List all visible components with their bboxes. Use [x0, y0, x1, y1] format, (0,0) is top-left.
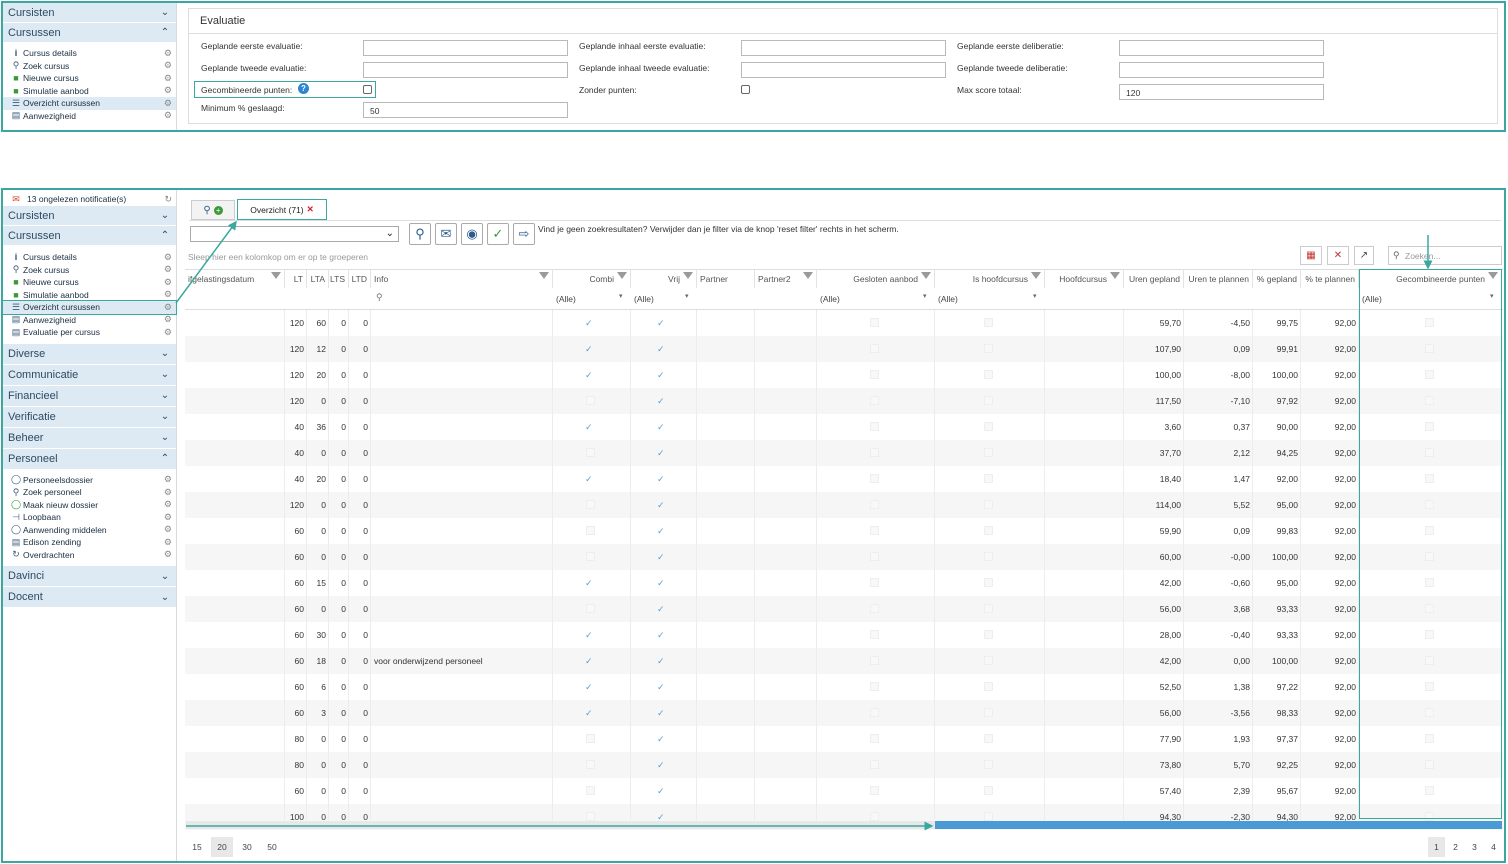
page-size-option[interactable]: 15 [186, 837, 208, 857]
arrow-to-tab [175, 220, 237, 304]
page-button[interactable]: 2 [1447, 837, 1464, 857]
page-button[interactable]: 1 [1428, 837, 1445, 857]
page-size-option[interactable]: 30 [236, 837, 258, 857]
page-button[interactable]: 4 [1485, 837, 1502, 857]
page-size-option[interactable]: 20 [211, 837, 233, 857]
page-button[interactable]: 3 [1466, 837, 1483, 857]
annotation-arrows [175, 220, 1433, 831]
page-size-option[interactable]: 50 [261, 837, 283, 857]
